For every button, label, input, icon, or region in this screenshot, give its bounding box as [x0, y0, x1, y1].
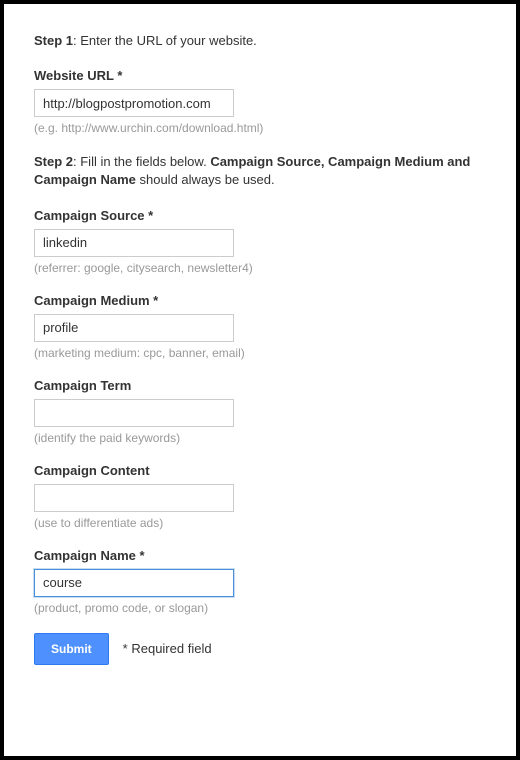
campaign-medium-input[interactable]	[34, 314, 234, 342]
campaign-name-hint: (product, promo code, or slogan)	[34, 601, 486, 615]
step1-desc: : Enter the URL of your website.	[73, 33, 257, 48]
campaign-source-group: Campaign Source * (referrer: google, cit…	[34, 208, 486, 275]
step1-text: Step 1: Enter the URL of your website.	[34, 32, 486, 50]
step2-label: Step 2	[34, 154, 73, 169]
step2-text: Step 2: Fill in the fields below. Campai…	[34, 153, 486, 189]
campaign-source-label: Campaign Source *	[34, 208, 486, 223]
submit-row: Submit * Required field	[34, 633, 486, 665]
campaign-medium-label: Campaign Medium *	[34, 293, 486, 308]
form-frame: Step 1: Enter the URL of your website. W…	[0, 0, 520, 760]
website-url-label: Website URL *	[34, 68, 486, 83]
step2-before: : Fill in the fields below.	[73, 154, 210, 169]
campaign-term-group: Campaign Term (identify the paid keyword…	[34, 378, 486, 445]
campaign-content-hint: (use to differentiate ads)	[34, 516, 486, 530]
campaign-medium-hint: (marketing medium: cpc, banner, email)	[34, 346, 486, 360]
campaign-medium-group: Campaign Medium * (marketing medium: cpc…	[34, 293, 486, 360]
website-url-hint: (e.g. http://www.urchin.com/download.htm…	[34, 121, 486, 135]
campaign-source-hint: (referrer: google, citysearch, newslette…	[34, 261, 486, 275]
step2-after: should always be used.	[136, 172, 275, 187]
campaign-name-group: Campaign Name * (product, promo code, or…	[34, 548, 486, 615]
campaign-content-input[interactable]	[34, 484, 234, 512]
campaign-content-group: Campaign Content (use to differentiate a…	[34, 463, 486, 530]
required-note: * Required field	[123, 641, 212, 656]
campaign-name-input[interactable]	[34, 569, 234, 597]
step1-label: Step 1	[34, 33, 73, 48]
submit-button[interactable]: Submit	[34, 633, 109, 665]
website-url-group: Website URL * (e.g. http://www.urchin.co…	[34, 68, 486, 135]
campaign-term-hint: (identify the paid keywords)	[34, 431, 486, 445]
campaign-term-input[interactable]	[34, 399, 234, 427]
website-url-input[interactable]	[34, 89, 234, 117]
campaign-content-label: Campaign Content	[34, 463, 486, 478]
campaign-term-label: Campaign Term	[34, 378, 486, 393]
campaign-source-input[interactable]	[34, 229, 234, 257]
campaign-name-label: Campaign Name *	[34, 548, 486, 563]
